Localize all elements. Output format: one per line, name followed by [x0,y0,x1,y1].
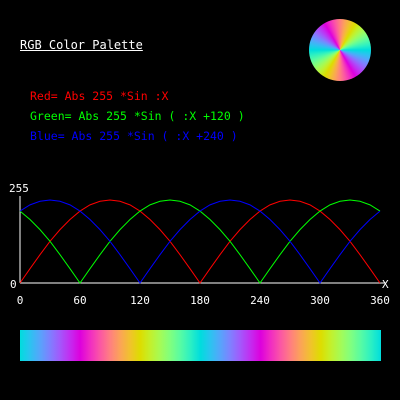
x-tick-240: 240 [250,294,270,307]
series-line-0 [19,199,381,284]
y-tick-255: 255 [9,182,29,195]
series-line-2 [19,199,381,284]
series-line-1 [19,199,381,284]
y-tick-0: 0 [10,278,17,291]
x-tick-360: 360 [370,294,390,307]
x-tick-60: 60 [73,294,86,307]
x-tick-300: 300 [310,294,330,307]
color-palette-bar [20,330,381,361]
x-tick-120: 120 [130,294,150,307]
x-tick-0: 0 [17,294,24,307]
x-tick-180: 180 [190,294,210,307]
x-axis-label: X [382,278,389,291]
